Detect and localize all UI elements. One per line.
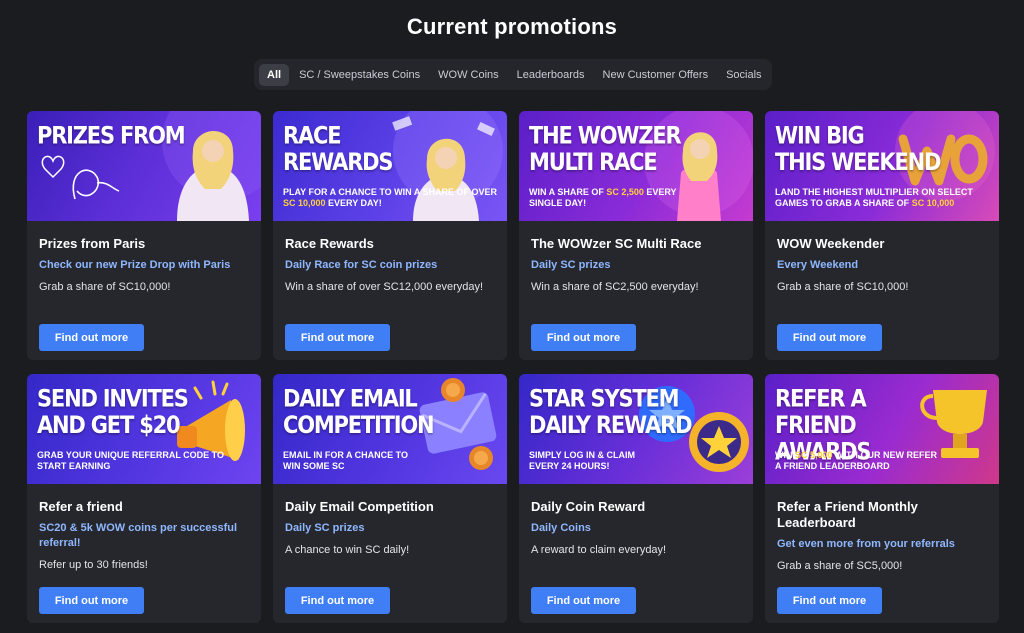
tab-all[interactable]: All — [259, 63, 290, 86]
card-subtitle: Every Weekend — [777, 259, 859, 271]
banner-subtext: WIN A SHARE OF SC 2,500 EVERY SINGLE DAY… — [529, 187, 677, 208]
promo-banner[interactable]: WIN BIG THIS WEEKEND LAND THE HIGHEST MU… — [765, 111, 999, 221]
banner-headline: PRIZES FROM — [37, 121, 186, 150]
promo-banner[interactable]: RACE REWARDS PLAY FOR A CHANCE TO WIN A … — [273, 111, 507, 221]
card-title: WOW Weekender — [777, 236, 885, 251]
tab-sweepstakes-coins[interactable]: SC / Sweepstakes Coins — [291, 64, 428, 86]
card-subtitle: Check our new Prize Drop with Paris — [39, 259, 231, 271]
find-out-more-button[interactable]: Find out more — [777, 587, 882, 614]
promotion-filter-tabs: All SC / Sweepstakes Coins WOW Coins Lea… — [254, 59, 772, 90]
card-subtitle: Daily Coins — [531, 522, 591, 534]
promo-banner[interactable]: SEND INVITES AND GET $20 GRAB YOUR UNIQU… — [27, 374, 261, 484]
card-description: Grab a share of SC10,000! — [777, 281, 909, 293]
card-description: Grab a share of SC5,000! — [777, 560, 903, 572]
card-title: Refer a Friend Monthly Leaderboard — [777, 499, 918, 530]
promo-card-daily-coin-reward: STAR SYSTEM DAILY REWARD SIMPLY LOG IN &… — [519, 374, 753, 623]
card-subtitle: Daily Race for SC coin prizes — [285, 259, 438, 271]
card-description: Win a share of over SC12,000 everyday! — [285, 281, 484, 293]
promo-banner[interactable]: STAR SYSTEM DAILY REWARD SIMPLY LOG IN &… — [519, 374, 753, 484]
card-title: Daily Coin Reward — [531, 499, 646, 514]
banner-subtext: PLAY FOR A CHANCE TO WIN A SHARE OF OVER… — [283, 187, 498, 208]
card-subtitle: Daily SC prizes — [531, 259, 611, 271]
banner-headline: RACE REWARDS — [283, 121, 394, 176]
card-description: Grab a share of SC10,000! — [39, 281, 171, 293]
promo-card-refer-a-friend-leaderboard: REFER A FRIEND AWARDS WIN SC 5,000 WITH … — [765, 374, 999, 623]
promo-banner[interactable]: THE WOWZER MULTI RACE WIN A SHARE OF SC … — [519, 111, 753, 221]
card-description: A chance to win SC daily! — [285, 544, 410, 556]
card-description: Refer up to 30 friends! — [39, 559, 148, 571]
promo-banner[interactable]: REFER A FRIEND AWARDS WIN SC 5,000 WITH … — [765, 374, 999, 484]
card-title: The WOWzer SC Multi Race — [531, 236, 702, 251]
page-title: Current promotions — [406, 14, 618, 39]
promo-card-wow-weekender: WIN BIG THIS WEEKEND LAND THE HIGHEST MU… — [765, 111, 999, 360]
promo-banner[interactable]: PRIZES FROM — [27, 111, 261, 221]
card-title: Prizes from Paris — [39, 236, 146, 251]
promo-card-race-rewards: RACE REWARDS PLAY FOR A CHANCE TO WIN A … — [273, 111, 507, 360]
tab-socials[interactable]: Socials — [718, 64, 769, 86]
banner-headline: THE WOWZER MULTI RACE — [529, 121, 682, 176]
tab-new-customer-offers[interactable]: New Customer Offers — [595, 64, 717, 86]
find-out-more-button[interactable]: Find out more — [39, 587, 144, 614]
card-title: Refer a friend — [39, 499, 123, 514]
banner-subtext: LAND THE HIGHEST MULTIPLIER ON SELECT GA… — [775, 187, 973, 208]
card-subtitle: SC20 & 5k WOW coins per successful refer… — [39, 522, 238, 549]
find-out-more-button[interactable]: Find out more — [39, 324, 144, 351]
find-out-more-button[interactable]: Find out more — [285, 587, 390, 614]
find-out-more-button[interactable]: Find out more — [777, 324, 882, 351]
card-subtitle: Get even more from your referrals — [777, 538, 955, 550]
card-title: Race Rewards — [285, 236, 374, 251]
promotions-grid: PRIZES FROM Prizes from Paris Check our … — [27, 111, 999, 623]
promo-card-wowzer-multi-race: THE WOWZER MULTI RACE WIN A SHARE OF SC … — [519, 111, 753, 360]
tab-leaderboards[interactable]: Leaderboards — [509, 64, 593, 86]
banner-subtext: WIN SC 5,000 WITH OUR NEW REFER A FRIEND… — [775, 450, 938, 471]
banner-headline: STAR SYSTEM DAILY REWARD — [529, 384, 693, 439]
tab-wow-coins[interactable]: WOW Coins — [430, 64, 507, 86]
banner-headline: WIN BIG THIS WEEKEND — [775, 121, 941, 176]
card-subtitle: Daily SC prizes — [285, 522, 365, 534]
banner-headline: SEND INVITES AND GET $20 — [37, 384, 189, 439]
find-out-more-button[interactable]: Find out more — [531, 324, 636, 351]
banner-subtext: EMAIL IN FOR A CHANCE TO WIN SOME SC — [283, 450, 409, 471]
promo-card-daily-email-competition: DAILY EMAIL COMPETITION EMAIL IN FOR A C… — [273, 374, 507, 623]
banner-subtext: GRAB YOUR UNIQUE REFERRAL CODE TO START … — [37, 450, 225, 471]
banner-headline: DAILY EMAIL COMPETITION — [283, 384, 435, 439]
find-out-more-button[interactable]: Find out more — [285, 324, 390, 351]
banner-subtext: SIMPLY LOG IN & CLAIM EVERY 24 HOURS! — [529, 450, 636, 471]
card-description: A reward to claim everyday! — [531, 544, 667, 556]
card-title: Daily Email Competition — [285, 499, 434, 514]
card-description: Win a share of SC2,500 everyday! — [531, 281, 699, 293]
promo-banner[interactable]: DAILY EMAIL COMPETITION EMAIL IN FOR A C… — [273, 374, 507, 484]
find-out-more-button[interactable]: Find out more — [531, 587, 636, 614]
promo-card-prizes-from-paris: PRIZES FROM Prizes from Paris Check our … — [27, 111, 261, 360]
promo-card-refer-a-friend: SEND INVITES AND GET $20 GRAB YOUR UNIQU… — [27, 374, 261, 623]
